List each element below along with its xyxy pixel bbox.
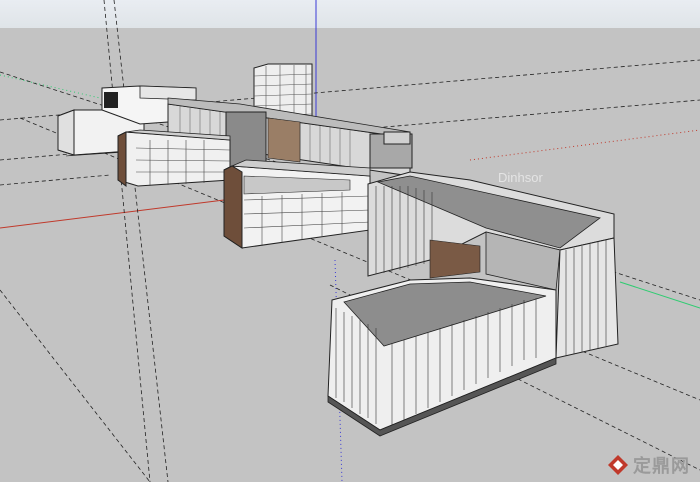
right-building-front[interactable] bbox=[327, 277, 557, 437]
sketchup-viewport[interactable]: Dinhsor 定鼎网 bbox=[0, 0, 700, 482]
red-axis-dotted bbox=[469, 129, 700, 161]
diamond-logo-icon bbox=[608, 455, 628, 475]
middle-building[interactable] bbox=[223, 159, 371, 249]
inline-watermark: Dinhsor bbox=[498, 170, 543, 185]
middle-left-building[interactable] bbox=[117, 129, 231, 187]
red-axis bbox=[0, 197, 241, 229]
watermark: 定鼎网 bbox=[607, 452, 690, 478]
green-axis bbox=[619, 281, 700, 309]
green-axis-dotted bbox=[0, 74, 101, 99]
3d-model-scene[interactable] bbox=[0, 0, 700, 482]
watermark-text: 定鼎网 bbox=[633, 456, 690, 477]
